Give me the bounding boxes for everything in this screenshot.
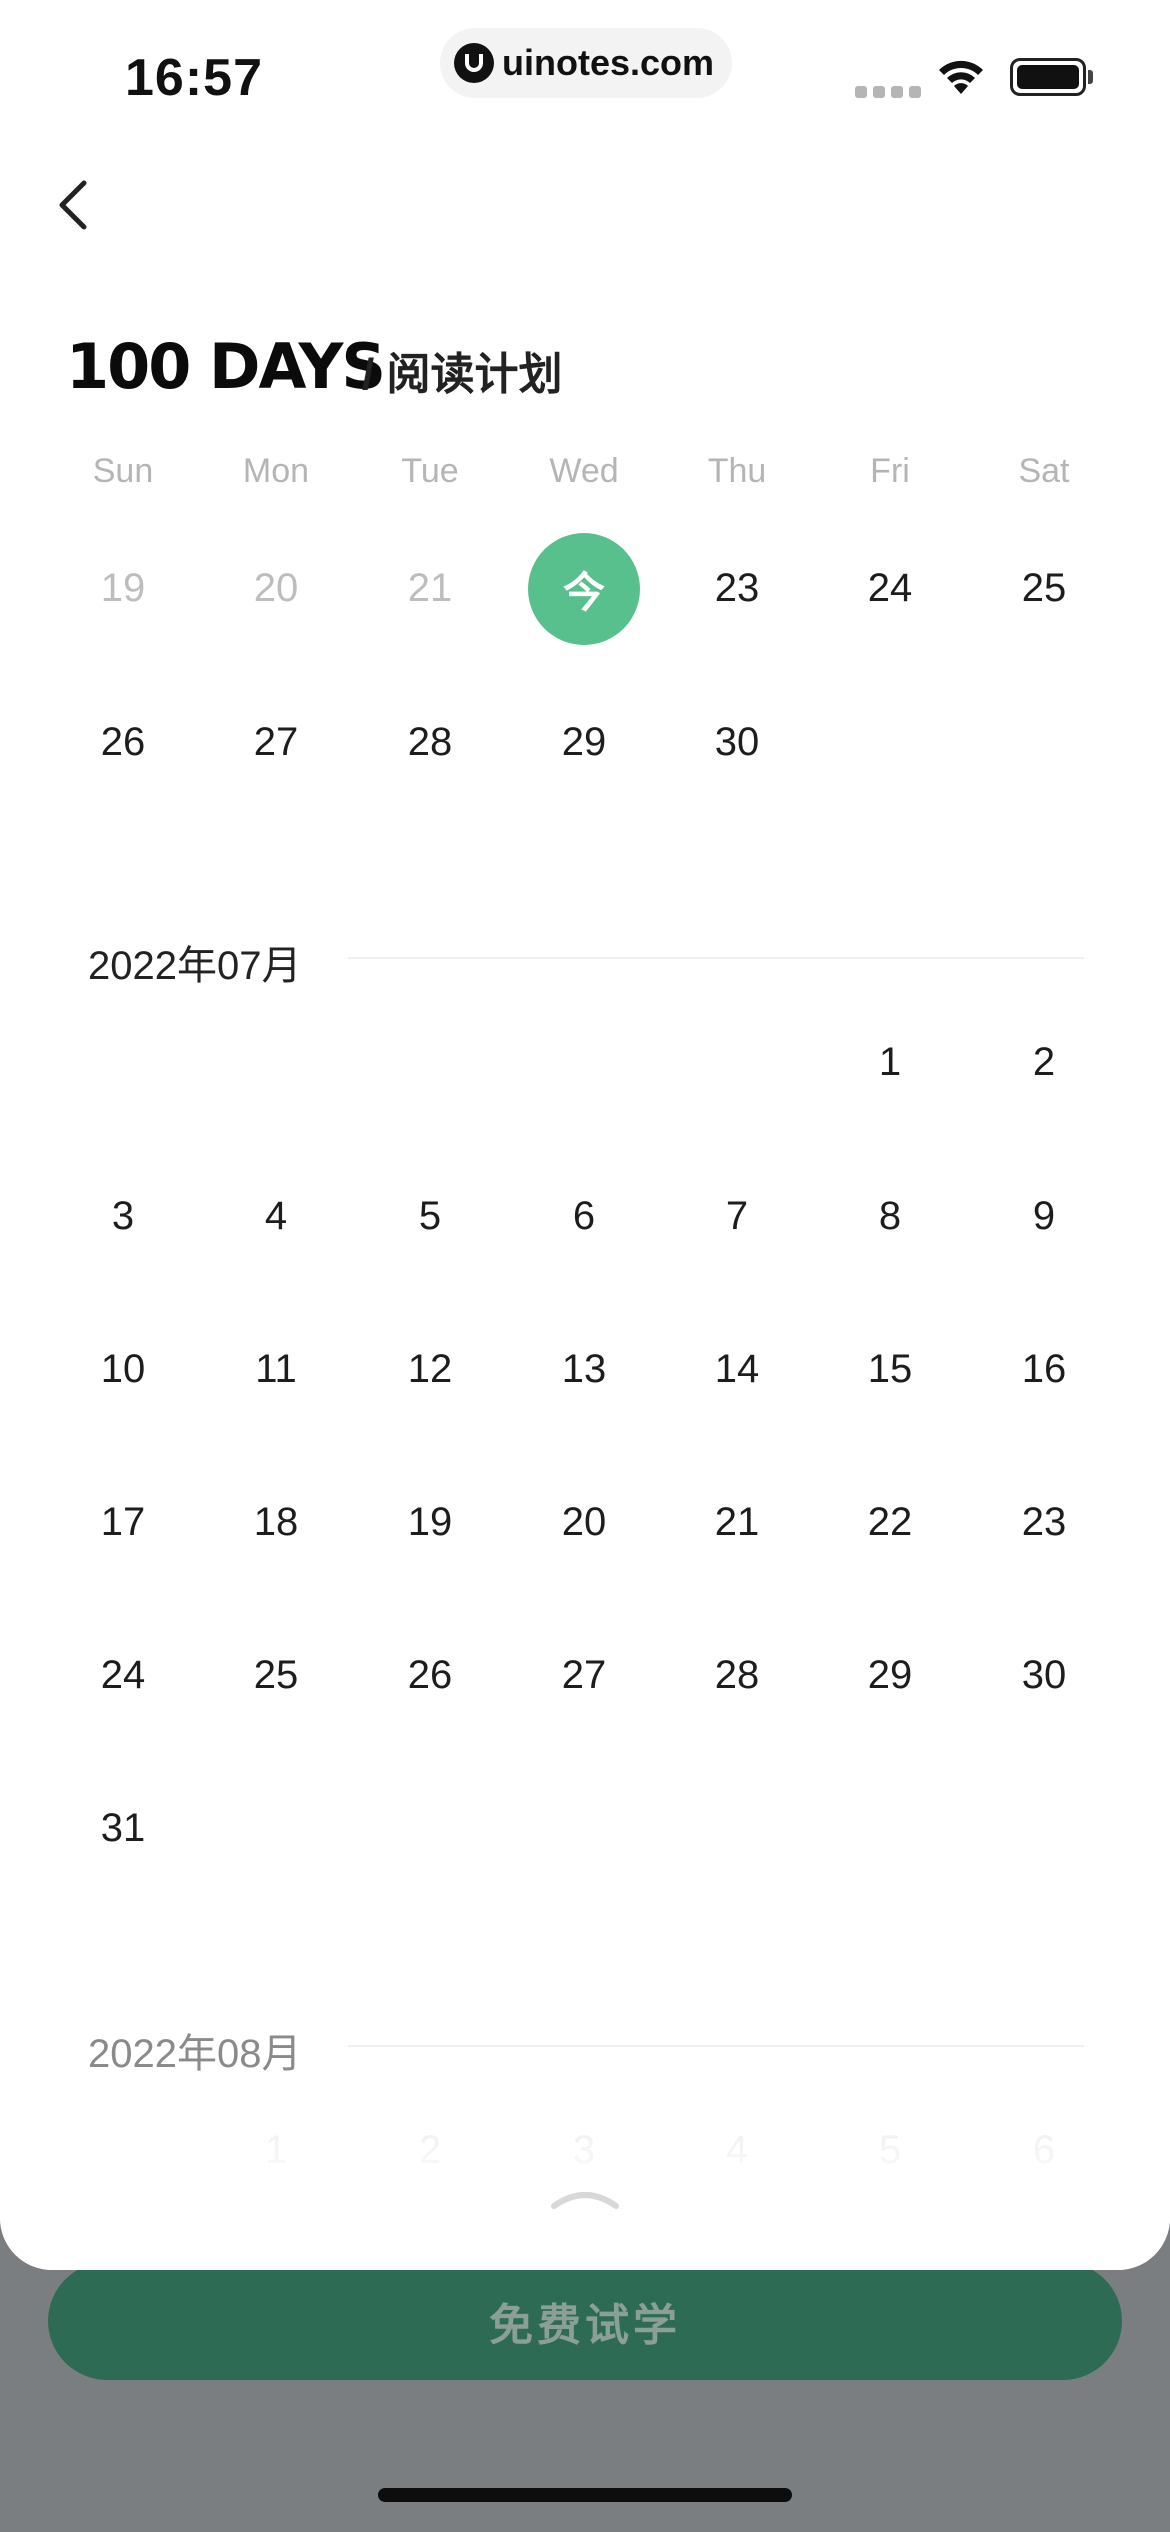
calendar-day[interactable]: 1 — [830, 1032, 950, 1092]
url-text: uinotes.com — [502, 42, 715, 83]
today-marker[interactable]: 今 — [528, 533, 640, 645]
calendar-sheet: 16:57 uinotes.com 100 DAYS / 阅读计划 Sun Mo… — [0, 0, 1170, 2270]
calendar-day[interactable]: 25 — [984, 558, 1104, 618]
calendar-day[interactable]: 18 — [216, 1492, 336, 1552]
battery-icon — [1010, 58, 1086, 96]
calendar-day[interactable]: 5 — [370, 1186, 490, 1246]
calendar-day[interactable]: 29 — [830, 1645, 950, 1705]
month-label-august: 2022年08月 — [88, 2032, 302, 2076]
calendar-day[interactable]: 24 — [63, 1645, 183, 1705]
weekday-fri: Fri — [870, 452, 910, 490]
weekday-thu: Thu — [707, 452, 767, 490]
calendar-day[interactable]: 15 — [830, 1339, 950, 1399]
month-divider — [348, 2045, 1084, 2047]
calendar-day[interactable]: 23 — [984, 1492, 1104, 1552]
calendar-day[interactable]: 6 — [524, 1186, 644, 1246]
calendar-day[interactable]: 29 — [524, 712, 644, 772]
back-arrow-icon[interactable] — [50, 175, 100, 235]
calendar-day[interactable]: 25 — [216, 1645, 336, 1705]
calendar-day: 19 — [100, 566, 146, 610]
calendar-day[interactable]: 30 — [984, 1645, 1104, 1705]
calendar-day[interactable]: 26 — [370, 1645, 490, 1705]
calendar-day[interactable]: 21 — [677, 1492, 797, 1552]
status-time: 16:57 — [125, 49, 263, 107]
calendar-day[interactable]: 16 — [984, 1339, 1104, 1399]
calendar-day[interactable]: 23 — [677, 558, 797, 618]
calendar-day[interactable]: 20 — [524, 1492, 644, 1552]
weekday-header: Sun Mon Tue Wed Thu Fri Sat — [0, 452, 1170, 502]
brand-logo: 100 DAYS — [66, 330, 386, 403]
month-label-july: 2022年07月 — [88, 944, 302, 988]
calendar-day[interactable]: 8 — [830, 1186, 950, 1246]
url-pill: uinotes.com — [440, 28, 732, 98]
weekday-sun: Sun — [92, 452, 154, 490]
calendar-day[interactable]: 13 — [524, 1339, 644, 1399]
calendar-day[interactable]: 26 — [63, 712, 183, 772]
free-trial-label: 免费试学 — [489, 2301, 681, 2350]
free-trial-button[interactable]: 免费试学 — [48, 2262, 1122, 2380]
calendar-day[interactable]: 10 — [63, 1339, 183, 1399]
calendar-day[interactable]: 12 — [370, 1339, 490, 1399]
calendar-day[interactable]: 28 — [677, 1645, 797, 1705]
page-title: / 阅读计划 — [362, 350, 563, 399]
calendar-day[interactable]: 30 — [677, 712, 797, 772]
calendar-day[interactable]: 9 — [984, 1186, 1104, 1246]
cellular-signal-icon — [855, 86, 921, 98]
chevron-up-icon[interactable] — [550, 2182, 620, 2210]
calendar-day: 20 — [253, 566, 299, 610]
calendar-day[interactable]: 4 — [216, 1186, 336, 1246]
weekday-tue: Tue — [401, 452, 459, 490]
weekday-wed: Wed — [549, 452, 619, 490]
calendar-day[interactable]: 2 — [984, 1032, 1104, 1092]
calendar-day[interactable]: 31 — [63, 1798, 183, 1858]
calendar-day[interactable]: 27 — [216, 712, 336, 772]
home-indicator — [378, 2488, 792, 2502]
weekday-sat: Sat — [1018, 452, 1070, 490]
month-divider — [348, 957, 1084, 959]
site-logo-icon — [454, 43, 494, 83]
calendar-day[interactable]: 3 — [63, 1186, 183, 1246]
calendar-day: 21 — [407, 566, 453, 610]
calendar-day[interactable]: 24 — [830, 558, 950, 618]
calendar-day[interactable]: 14 — [677, 1339, 797, 1399]
wifi-icon — [939, 60, 983, 94]
calendar-day[interactable]: 22 — [830, 1492, 950, 1552]
calendar-day[interactable]: 19 — [370, 1492, 490, 1552]
calendar-day[interactable]: 17 — [63, 1492, 183, 1552]
calendar-day[interactable]: 28 — [370, 712, 490, 772]
weekday-mon: Mon — [242, 452, 310, 490]
calendar-day[interactable]: 7 — [677, 1186, 797, 1246]
calendar-day[interactable]: 11 — [216, 1339, 336, 1399]
battery-tip — [1088, 70, 1093, 84]
calendar-day[interactable]: 27 — [524, 1645, 644, 1705]
